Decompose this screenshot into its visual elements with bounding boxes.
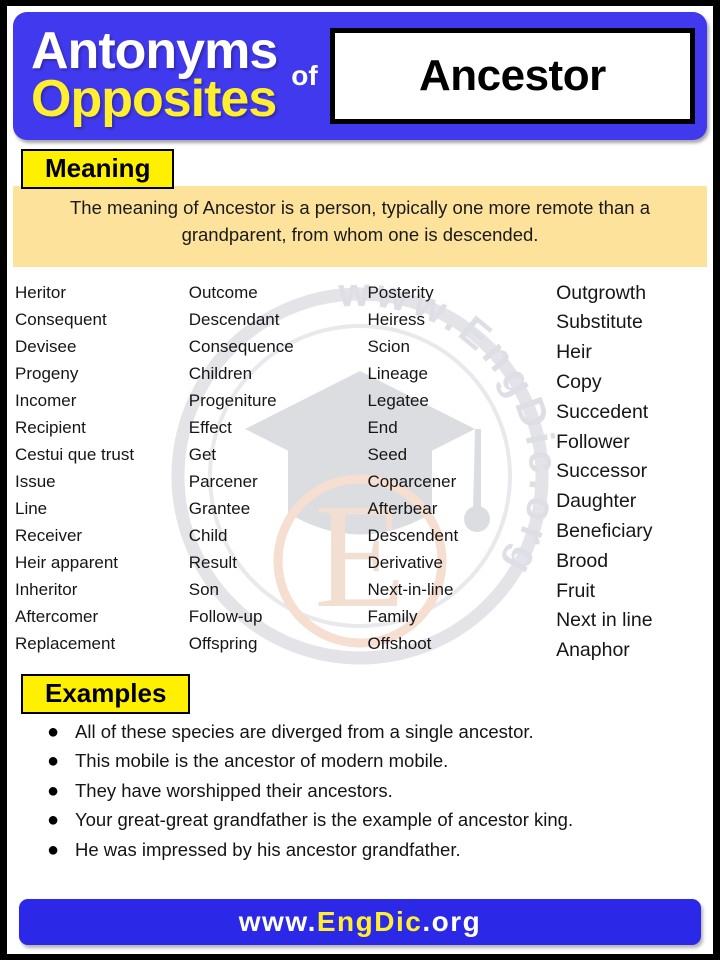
antonyms-column-1: Heritor Consequent Devisee Progeny Incom… xyxy=(15,279,189,657)
antonym-word: Heritor xyxy=(15,282,67,302)
antonym-word: Recipient xyxy=(15,417,86,437)
antonym-word: Replacement xyxy=(15,633,116,653)
bullet-icon: ● xyxy=(47,809,60,832)
header-title-group: Antonyms Opposites xyxy=(31,22,278,128)
bullet-icon: ● xyxy=(47,720,60,743)
antonym-word: Brood xyxy=(556,549,609,572)
antonyms-column-3: Posterity Heiress Scion Lineage Legatee … xyxy=(367,279,556,657)
antonym-word: Consequence xyxy=(188,336,294,356)
poster-sheet: www.EngDic.org E Antonyms Opposites of A… xyxy=(7,6,713,954)
headword-text: Ancestor xyxy=(418,51,606,100)
antonym-word: Lineage xyxy=(367,363,428,383)
example-item: ● Your great-great grandfather is the exa… xyxy=(47,809,707,841)
examples-list: ● All of these species are diverged from … xyxy=(13,720,707,871)
meaning-section: Meaning The meaning of Ancestor is a per… xyxy=(13,149,707,267)
antonym-word: Posterity xyxy=(367,282,434,302)
antonym-word: Coparcener xyxy=(367,471,457,491)
antonym-word: Child xyxy=(188,525,228,545)
antonym-word: Follow-up xyxy=(188,606,263,626)
antonym-word: Substitute xyxy=(556,311,643,334)
antonym-word: Get xyxy=(188,444,217,464)
footer-bar[interactable]: www.EngDic.org xyxy=(19,899,701,945)
antonym-word: Offshoot xyxy=(367,633,432,653)
header-opposites-text: Opposites xyxy=(31,70,277,128)
antonym-word: Beneficiary xyxy=(556,520,653,542)
antonym-word: Aftercomer xyxy=(15,606,99,626)
antonym-word: Outcome xyxy=(188,282,258,302)
antonym-word: Descendant xyxy=(188,309,280,329)
antonym-word: Consequent xyxy=(15,309,107,329)
antonym-word: Result xyxy=(188,552,237,572)
bullet-icon: ● xyxy=(47,750,60,773)
antonym-word: Outgrowth xyxy=(556,281,647,304)
antonym-word: Fruit xyxy=(556,579,596,602)
example-item: ● They have worshipped their ancestors. xyxy=(47,779,707,812)
antonym-word: Copy xyxy=(556,371,602,394)
antonym-word: Devisee xyxy=(15,336,77,356)
example-item: ● He was impressed by his ancestor grandf… xyxy=(47,838,707,871)
antonym-word: Heir apparent xyxy=(15,552,119,572)
antonym-word: Succedent xyxy=(556,400,649,423)
antonym-word: Heir xyxy=(556,341,592,364)
antonyms-column-4: Outgrowth Substitute Heir Copy Succedent… xyxy=(556,279,705,666)
footer-prefix: www. xyxy=(238,906,317,937)
poster-page: www.EngDic.org E Antonyms Opposites of A… xyxy=(0,0,720,960)
footer-brand: EngDic xyxy=(316,906,423,937)
example-text: This mobile is the ancestor of modern mo… xyxy=(75,750,449,772)
footer-suffix: .org xyxy=(422,906,482,937)
antonym-word: Effect xyxy=(188,417,232,437)
example-item: ● This mobile is the ancestor of modern m… xyxy=(47,750,707,782)
meaning-text: The meaning of Ancestor is a person, typ… xyxy=(13,186,707,267)
antonym-word: Incomer xyxy=(15,390,77,410)
bullet-icon: ● xyxy=(47,838,60,861)
example-item: ● All of these species are diverged from … xyxy=(47,720,707,753)
header-antonyms-text: Antonyms xyxy=(31,22,278,81)
antonym-word: Scion xyxy=(367,336,410,356)
antonym-word: Daughter xyxy=(556,490,637,513)
antonym-word: Afterbear xyxy=(367,498,438,518)
antonym-word: Heiress xyxy=(367,309,426,329)
antonym-word: Anaphor xyxy=(556,639,630,662)
antonym-word: Offspring xyxy=(188,633,258,653)
poster-header: Antonyms Opposites of Ancestor xyxy=(13,12,707,140)
antonym-word: Inheritor xyxy=(15,579,78,599)
bullet-icon: ● xyxy=(47,779,60,802)
antonym-word: Progeny xyxy=(15,363,79,383)
antonym-word: Cestui que trust xyxy=(15,444,135,464)
antonym-word: Grantee xyxy=(188,498,251,518)
antonym-word: Issue xyxy=(15,471,56,491)
example-text: Your great-great grandfather is the exam… xyxy=(75,809,574,831)
examples-section: Examples ● All of these species are diver… xyxy=(13,673,707,871)
antonym-word: Descendent xyxy=(367,525,459,545)
antonym-word: Follower xyxy=(556,430,630,453)
antonym-word: Legatee xyxy=(367,390,429,410)
antonym-word: End xyxy=(367,417,398,437)
example-text: They have worshipped their ancestors. xyxy=(75,779,393,801)
antonym-word: Family xyxy=(367,606,418,626)
antonym-word: Receiver xyxy=(15,525,83,545)
examples-label: Examples xyxy=(21,673,191,714)
antonym-word: Children xyxy=(188,363,253,383)
headword-box: Ancestor xyxy=(329,28,695,124)
antonym-word: Next in line xyxy=(556,609,653,632)
antonym-word: Derivative xyxy=(367,552,444,572)
antonym-word: Progeniture xyxy=(188,390,277,410)
antonym-word: Line xyxy=(15,498,48,518)
antonym-word: Parcener xyxy=(188,471,258,491)
footer-website-text: www.EngDic.org xyxy=(239,906,481,938)
example-text: He was impressed by his ancestor grandfa… xyxy=(75,838,461,860)
example-text: All of these species are diverged from a… xyxy=(75,720,534,742)
antonym-word: Seed xyxy=(367,444,408,464)
antonyms-column-2: Outcome Descendant Consequence Children … xyxy=(189,279,368,657)
antonyms-columns: Heritor Consequent Devisee Progeny Incom… xyxy=(15,279,705,666)
meaning-label: Meaning xyxy=(21,149,175,189)
antonym-word: Son xyxy=(188,579,219,599)
antonym-word: Successor xyxy=(556,460,648,483)
header-connector-text: of xyxy=(291,60,318,91)
antonym-word: Next-in-line xyxy=(367,579,454,599)
